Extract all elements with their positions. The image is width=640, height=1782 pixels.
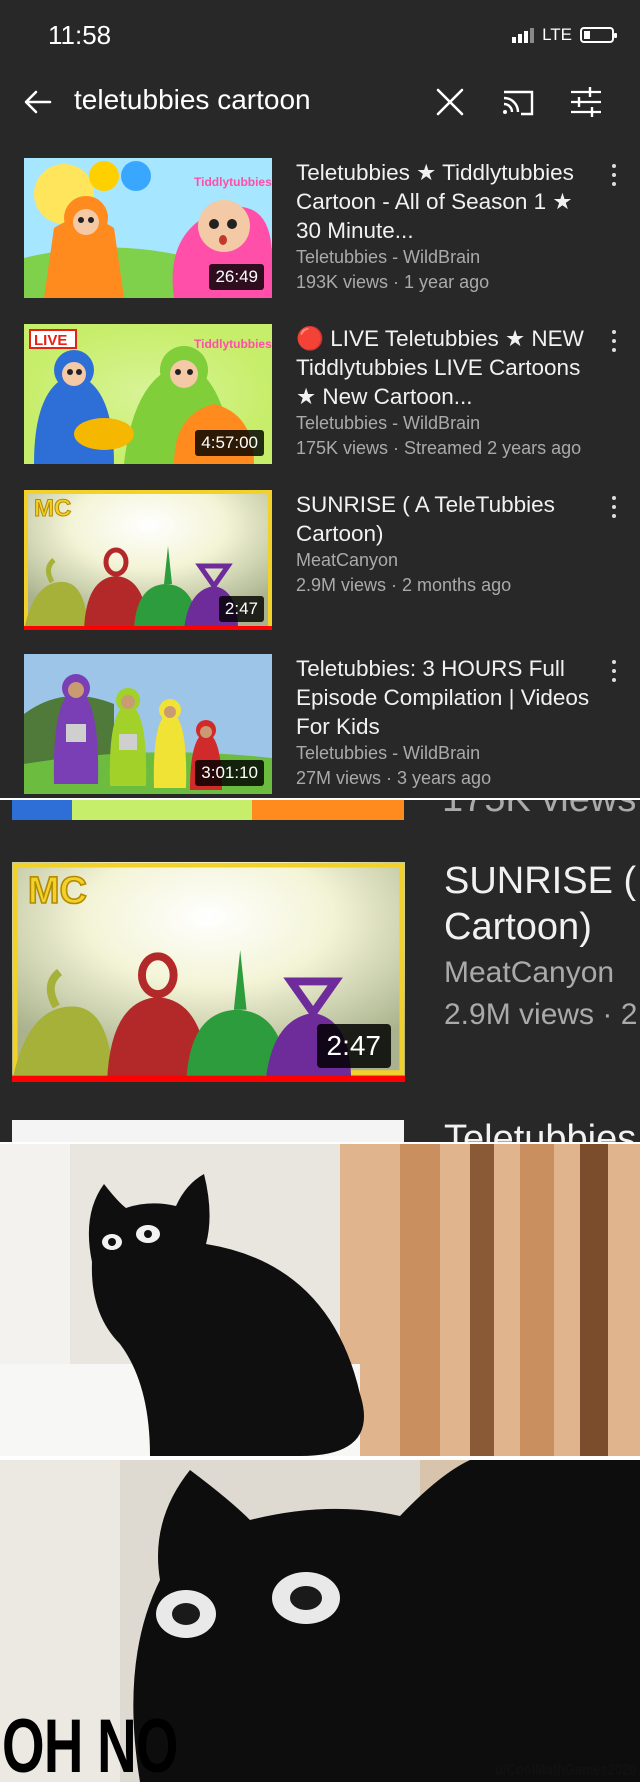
video-stats: 2.9M views · 2 xyxy=(444,998,638,1031)
search-bar: teletubbies cartoon xyxy=(0,68,640,138)
live-badge: LIVE xyxy=(34,332,67,349)
video-thumbnail-cropped xyxy=(12,800,404,820)
channel-name[interactable]: MeatCanyon xyxy=(296,548,596,573)
video-title[interactable]: Teletubbies: 3 HOURS Full Episode Compil… xyxy=(296,654,596,741)
video-title-line: SUNRISE ( A xyxy=(444,860,640,902)
battery-icon xyxy=(580,27,617,43)
video-stats: 193K views · 1 year ago xyxy=(296,272,490,292)
video-stats: 2.9M views · 2 months ago xyxy=(296,575,512,595)
thumbnail-logo: Tiddlytubbies xyxy=(194,337,272,351)
video-duration: 26:49 xyxy=(209,264,264,290)
more-vertical-icon[interactable] xyxy=(606,328,622,352)
thumbnail-logo: MC xyxy=(28,870,87,912)
channel-name[interactable]: Teletubbies - WildBrain xyxy=(296,245,596,270)
video-meta: Teletubbies ★ Tiddlytubbies Cartoon - Al… xyxy=(296,158,596,295)
watch-progress-bar xyxy=(24,626,272,630)
channel-name[interactable]: MeatCanyon xyxy=(444,956,614,990)
video-thumbnail[interactable]: MC 2:47 xyxy=(12,862,405,1082)
video-title[interactable]: SUNRISE ( A Cartoon) xyxy=(444,858,640,950)
video-title[interactable]: SUNRISE ( A TeleTubbies Cartoon) xyxy=(296,490,596,548)
more-vertical-icon[interactable] xyxy=(606,162,622,186)
video-result[interactable]: 3:01:10 Teletubbies: 3 HOURS Full Episod… xyxy=(0,654,640,798)
video-title-line: Cartoon) xyxy=(444,906,592,948)
video-thumbnail-cropped xyxy=(12,1120,404,1142)
more-vertical-icon[interactable] xyxy=(606,658,622,682)
video-duration: 2:47 xyxy=(218,596,264,622)
thumbnail-logo: MC xyxy=(34,495,71,522)
search-input[interactable]: teletubbies cartoon xyxy=(74,84,311,116)
status-time: 11:58 xyxy=(48,20,112,50)
video-thumbnail[interactable]: MC 2:47 xyxy=(24,490,272,630)
arrow-left-icon[interactable] xyxy=(20,84,56,120)
video-meta: 🔴 LIVE Teletubbies ★ NEW Tiddlytubbies L… xyxy=(296,324,596,461)
status-bar: 11:58 LTE xyxy=(0,0,640,68)
cast-icon[interactable] xyxy=(500,84,536,120)
video-title[interactable]: Teletubbies ★ Tiddlytubbies Cartoon - Al… xyxy=(296,158,596,245)
network-type: LTE xyxy=(542,25,572,44)
video-title[interactable]: 🔴 LIVE Teletubbies ★ NEW Tiddlytubbies L… xyxy=(296,324,596,411)
video-stats-cropped: 175K views · S xyxy=(442,800,640,821)
youtube-search-screen: 11:58 LTE teletubbies cartoon Tiddlytubb… xyxy=(0,0,640,798)
video-result[interactable]: LIVE Tiddlytubbies 4:57:00 🔴 LIVE Teletu… xyxy=(0,324,640,474)
thumbnail-logo: Tiddlytubbies xyxy=(194,175,272,189)
video-meta: SUNRISE ( A TeleTubbies Cartoon) MeatCan… xyxy=(296,490,596,598)
cat-reaction-image xyxy=(0,1144,640,1456)
status-indicators: LTE xyxy=(512,25,617,45)
channel-name[interactable]: Teletubbies - WildBrain xyxy=(296,741,596,766)
video-title-cropped: Teletubbies xyxy=(444,1118,637,1142)
video-meta: Teletubbies: 3 HOURS Full Episode Compil… xyxy=(296,654,596,791)
channel-name[interactable]: Teletubbies - WildBrain xyxy=(296,411,596,436)
video-duration: 2:47 xyxy=(316,1024,391,1068)
video-result[interactable]: Tiddlytubbies 26:49 Teletubbies ★ Tiddly… xyxy=(0,158,640,308)
zoomed-result-panel: 175K views · S MC 2:47 S xyxy=(0,800,640,1142)
meme-credit: u/CoolMathGames2020 xyxy=(495,1762,636,1779)
video-thumbnail[interactable]: Tiddlytubbies 26:49 xyxy=(24,158,272,298)
cat-closeup-image: OH NO u/CoolMathGames2020 xyxy=(0,1460,640,1782)
more-vertical-icon[interactable] xyxy=(606,494,622,518)
video-thumbnail[interactable]: 3:01:10 xyxy=(24,654,272,794)
signal-icon xyxy=(512,27,535,43)
meme-caption: OH NO xyxy=(2,1704,178,1782)
video-thumbnail[interactable]: LIVE Tiddlytubbies 4:57:00 xyxy=(24,324,272,464)
close-icon[interactable] xyxy=(430,82,470,122)
video-result[interactable]: MC 2:47 SUNRISE ( A TeleTubbies Cartoon)… xyxy=(0,490,640,640)
filter-sliders-icon[interactable] xyxy=(568,82,604,122)
video-stats: 27M views · 3 years ago xyxy=(296,768,492,788)
video-duration: 4:57:00 xyxy=(195,430,264,456)
video-stats: 175K views · Streamed 2 years ago xyxy=(296,438,582,458)
video-duration: 3:01:10 xyxy=(195,760,264,786)
